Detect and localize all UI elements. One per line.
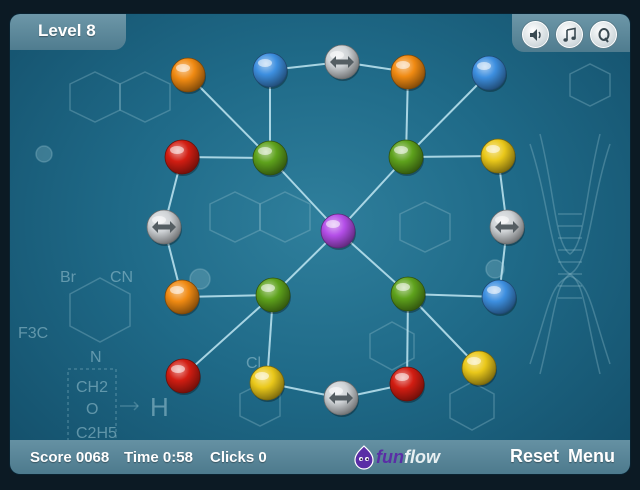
green-orb-n7[interactable] — [252, 140, 288, 177]
swap-orb-n10[interactable] — [146, 209, 182, 246]
orange-orb-n13[interactable] — [164, 279, 200, 316]
blue-orb-n2[interactable] — [252, 52, 288, 89]
yellow-orb-n9[interactable] — [480, 138, 516, 175]
blue-orb-n16[interactable] — [481, 279, 517, 316]
yellow-orb-n18[interactable] — [249, 365, 285, 402]
green-orb-n14[interactable] — [255, 277, 291, 314]
quality-toggle-button[interactable] — [590, 21, 617, 48]
orb-nodes — [146, 44, 525, 417]
status-bar: Score 0068 Time 0:58 Clicks 0 funflow Re… — [10, 440, 630, 474]
clicks-readout: Clicks 0 — [210, 449, 267, 466]
orange-orb-n4[interactable] — [390, 54, 426, 91]
sound-toggle-button[interactable] — [522, 21, 549, 48]
menu-button[interactable]: Menu — [568, 446, 615, 467]
orange-orb-n1[interactable] — [170, 57, 206, 94]
orb-network — [146, 44, 525, 417]
time-readout: Time 0:58 — [124, 449, 193, 466]
level-label: Level 8 — [38, 21, 96, 40]
settings-panel — [512, 14, 630, 52]
red-orb-n17[interactable] — [165, 358, 201, 395]
swap-orb-n12[interactable] — [489, 209, 525, 246]
red-orb-n20[interactable] — [389, 366, 425, 403]
funflow-logo[interactable]: funflow — [352, 443, 454, 471]
reset-button[interactable]: Reset — [510, 446, 559, 467]
game-board: Br CN F3C N CH2 O C2H5 H Cl Level 8 Scor… — [10, 14, 630, 474]
blue-orb-n5[interactable] — [471, 55, 507, 92]
level-panel: Level 8 — [10, 14, 126, 50]
purple-orb-n11[interactable] — [320, 213, 356, 250]
music-toggle-button[interactable] — [556, 21, 583, 48]
funflow-mascot-icon — [354, 445, 374, 470]
yellow-orb-n21[interactable] — [461, 350, 497, 387]
swap-orb-n3[interactable] — [324, 44, 360, 81]
music-note-icon — [562, 27, 576, 42]
score-readout: Score 0068 — [30, 449, 110, 466]
red-orb-n6[interactable] — [164, 139, 200, 176]
green-orb-n15[interactable] — [390, 276, 426, 313]
logo-text-fun: fun — [376, 447, 404, 467]
logo-text-flow: flow — [403, 447, 440, 467]
swap-orb-n19[interactable] — [323, 380, 359, 417]
quality-q-icon — [598, 27, 609, 43]
speaker-icon — [529, 28, 541, 41]
